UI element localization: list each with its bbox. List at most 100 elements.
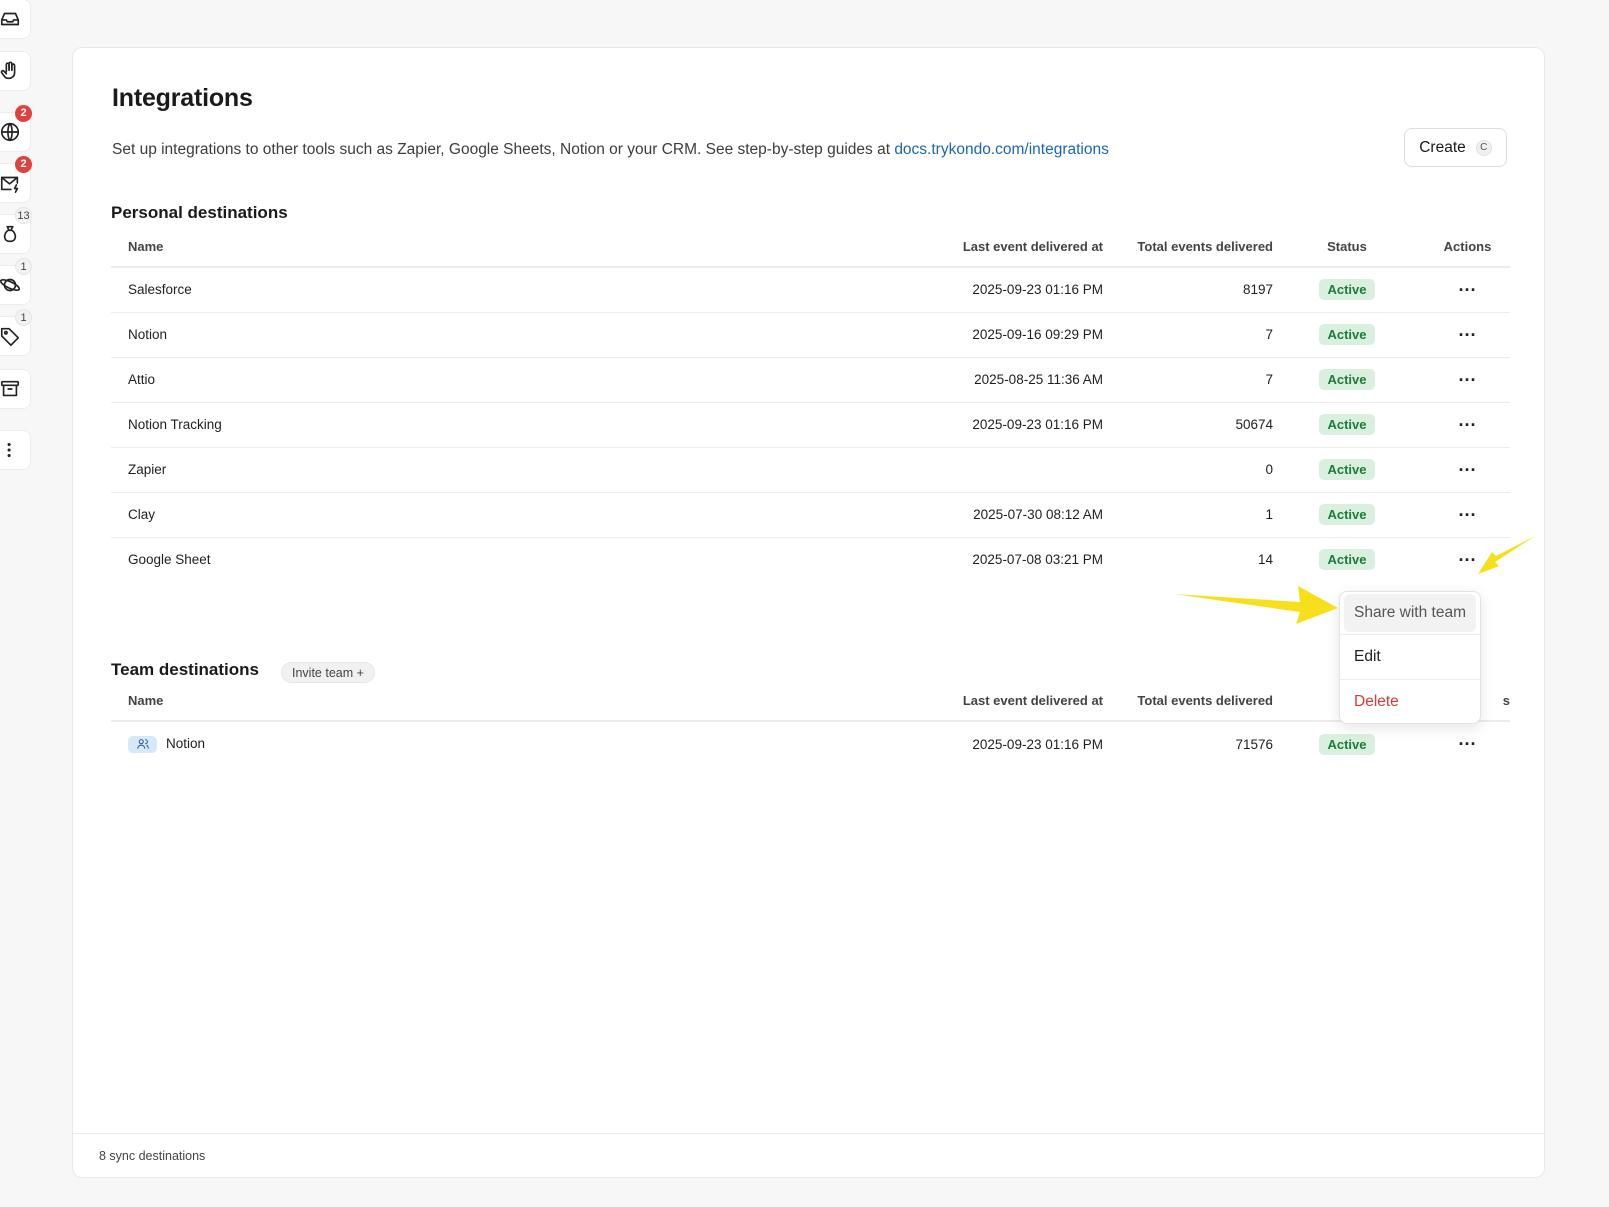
- row-status-cell: Active: [1273, 447, 1411, 493]
- status-badge: Active: [1319, 504, 1375, 525]
- row-last-event: 2025-09-16 09:29 PM: [511, 312, 1103, 358]
- page-title: Integrations: [112, 84, 253, 112]
- column-header-total-events[interactable]: Total events delivered: [1103, 227, 1273, 268]
- more-actions-icon[interactable]: ···: [1459, 505, 1477, 525]
- row-name: Google Sheet: [128, 552, 211, 568]
- menu-item-edit[interactable]: Edit: [1344, 638, 1476, 676]
- mail-bolt-icon: [0, 176, 19, 193]
- row-name: Notion: [166, 735, 206, 751]
- more-actions-icon[interactable]: ···: [1459, 734, 1477, 754]
- personal-destinations-table: Name Last event delivered at Total event…: [111, 227, 1510, 582]
- row-total-events: 0: [1103, 447, 1273, 493]
- team-destinations-table: Name Last event delivered at Total event…: [111, 681, 1510, 766]
- rail-item-tag[interactable]: 1: [0, 309, 32, 356]
- status-badge: Active: [1319, 459, 1375, 480]
- row-total-events: 1: [1103, 492, 1273, 538]
- rail-item-planet[interactable]: 1: [0, 258, 32, 305]
- status-badge: Active: [1319, 324, 1375, 345]
- row-last-event: 2025-07-08 03:21 PM: [972, 552, 1103, 568]
- row-actions-cell: ···: [1411, 492, 1510, 538]
- table-row[interactable]: Notion 2025-09-23 01:16 PM 71576 Active …: [111, 721, 1510, 766]
- row-status-cell: Active: [1273, 357, 1411, 403]
- table-row[interactable]: Salesforce 2025-09-23 01:16 PM 8197 Acti…: [111, 267, 1510, 313]
- row-status-cell: Active: [1273, 537, 1411, 582]
- column-header-status[interactable]: Status: [1273, 227, 1411, 268]
- page-subtitle: Set up integrations to other tools such …: [112, 141, 1109, 159]
- rail-item-more[interactable]: [0, 430, 31, 470]
- status-badge: Active: [1319, 733, 1375, 755]
- status-badge: Active: [1319, 279, 1375, 301]
- column-header-total-events[interactable]: Total events delivered: [1103, 681, 1273, 722]
- table-row[interactable]: Google Sheet 2025-07-08 03:21 PM 14 Acti…: [111, 537, 1510, 582]
- menu-divider: [1340, 634, 1480, 635]
- row-last-event: 2025-09-23 01:16 PM: [972, 736, 1103, 752]
- row-name: Salesforce: [111, 267, 511, 313]
- globe-icon: [0, 122, 20, 142]
- column-header-last-event[interactable]: Last event delivered at: [511, 227, 1103, 268]
- column-header-actions: Actions: [1411, 227, 1510, 268]
- row-last-event: [511, 447, 1103, 493]
- row-status-cell: Active: [1273, 721, 1411, 766]
- row-status-cell: Active: [1273, 267, 1411, 313]
- status-badge: Active: [1319, 369, 1375, 390]
- notification-badge: 2: [15, 105, 32, 122]
- row-actions-cell: ···: [1411, 312, 1510, 358]
- status-badge: Active: [1319, 414, 1375, 435]
- table-header-row: Name Last event delivered at Total event…: [111, 681, 1510, 722]
- row-name: Attio: [111, 357, 511, 403]
- rail-item-money[interactable]: 13: [0, 207, 32, 254]
- docs-link[interactable]: docs.trykondo.com/integrations: [894, 141, 1109, 158]
- row-name: Notion Tracking: [111, 402, 511, 448]
- money-bag-icon: [3, 225, 17, 243]
- hand-wave-icon: [0, 61, 16, 80]
- more-actions-icon[interactable]: ···: [1459, 280, 1477, 300]
- row-last-event: 2025-09-23 01:16 PM: [511, 402, 1103, 448]
- archive-icon: [0, 380, 20, 397]
- keyboard-shortcut-badge: C: [1475, 139, 1492, 156]
- footer-divider: [73, 1133, 1544, 1134]
- row-last-event: 2025-07-30 08:12 AM: [511, 492, 1103, 538]
- column-header-name[interactable]: Name: [111, 681, 511, 722]
- tag-icon: [0, 327, 20, 346]
- row-total-events: 8197: [1103, 267, 1273, 313]
- rail-item-globe[interactable]: 2: [0, 105, 32, 152]
- row-total-events: 7: [1103, 357, 1273, 403]
- row-name: Clay: [111, 492, 511, 538]
- row-total-events: 7: [1103, 312, 1273, 358]
- rail-item-hand[interactable]: [0, 51, 31, 91]
- rail-item-inbox[interactable]: [0, 0, 31, 39]
- column-header-name[interactable]: Name: [111, 227, 511, 268]
- row-actions-cell: ···: [1411, 357, 1510, 403]
- table-row[interactable]: Clay 2025-07-30 08:12 AM 1 Active ···: [111, 492, 1510, 538]
- menu-item-delete[interactable]: Delete: [1344, 683, 1476, 721]
- table-row[interactable]: Notion 2025-09-16 09:29 PM 7 Active ···: [111, 312, 1510, 358]
- row-name: Notion: [111, 312, 511, 358]
- row-total-events: 14: [1257, 552, 1273, 568]
- menu-item-share-with-team[interactable]: Share with team: [1344, 594, 1476, 632]
- count-badge: 1: [15, 309, 32, 326]
- row-actions-cell: ···: [1411, 402, 1510, 448]
- more-vertical-icon: [7, 442, 11, 458]
- row-total-events: 71576: [1235, 736, 1273, 752]
- more-actions-icon[interactable]: ···: [1459, 550, 1477, 570]
- status-badge: Active: [1319, 549, 1375, 571]
- personal-destinations-title: Personal destinations: [111, 203, 288, 222]
- row-actions-cell: ···: [1411, 537, 1510, 582]
- column-header-last-event[interactable]: Last event delivered at: [511, 681, 1103, 722]
- more-actions-icon[interactable]: ···: [1459, 415, 1477, 435]
- row-status-cell: Active: [1273, 402, 1411, 448]
- rail-item-mail[interactable]: 2: [0, 156, 32, 203]
- table-row[interactable]: Attio 2025-08-25 11:36 AM 7 Active ···: [111, 357, 1510, 403]
- rail-item-archive[interactable]: [0, 369, 31, 409]
- more-actions-icon[interactable]: ···: [1459, 370, 1477, 390]
- row-last-event: 2025-09-23 01:16 PM: [511, 267, 1103, 313]
- table-row[interactable]: Zapier 0 Active ···: [111, 447, 1510, 493]
- table-row[interactable]: Notion Tracking 2025-09-23 01:16 PM 5067…: [111, 402, 1510, 448]
- invite-team-button[interactable]: Invite team +: [281, 662, 375, 683]
- more-actions-icon[interactable]: ···: [1459, 460, 1477, 480]
- menu-divider: [1340, 679, 1480, 680]
- more-actions-icon[interactable]: ···: [1459, 325, 1477, 345]
- create-button[interactable]: Create C: [1404, 128, 1507, 167]
- row-actions-cell: ···: [1411, 267, 1510, 313]
- subtitle-text: Set up integrations to other tools such …: [112, 141, 895, 158]
